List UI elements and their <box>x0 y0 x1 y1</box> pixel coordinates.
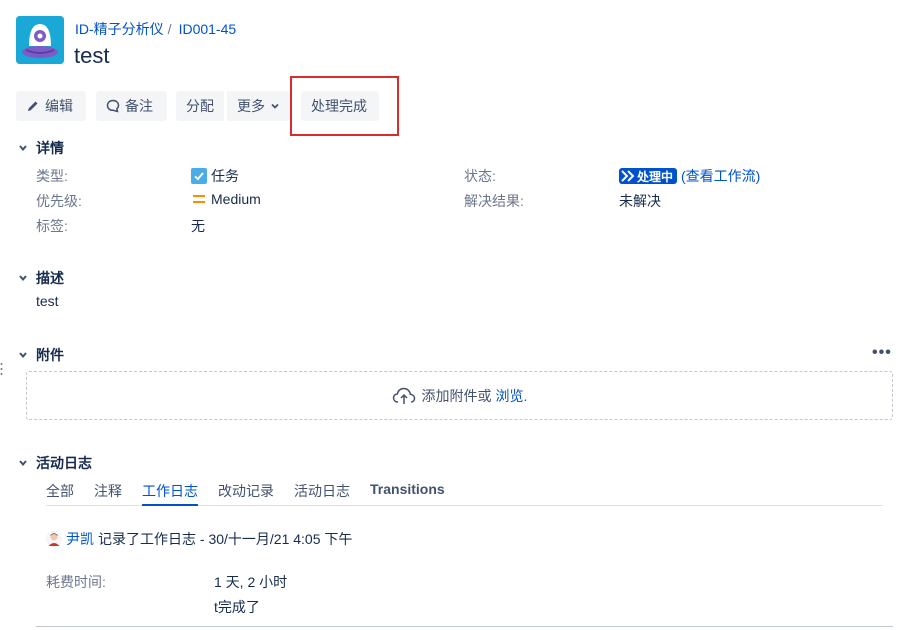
chevron-down-icon[interactable] <box>16 141 30 155</box>
attachments-more-button[interactable]: ••• <box>872 344 892 362</box>
alien-robot-avatar-icon <box>16 16 64 64</box>
tab-work-log[interactable]: 工作日志 <box>142 481 198 506</box>
assign-button-label: 分配 <box>186 98 214 114</box>
labels-value: 无 <box>191 218 205 234</box>
edit-button[interactable]: 编辑 <box>16 91 86 121</box>
type-value: 任务 <box>191 166 239 186</box>
attachments-section-header[interactable]: 附件 <box>16 345 64 365</box>
tab-all[interactable]: 全部 <box>46 481 74 501</box>
description-heading: 描述 <box>36 270 64 286</box>
highlight-annotation-box <box>290 76 399 136</box>
attachment-dropzone[interactable]: 添加附件或 浏览. <box>26 371 893 420</box>
edit-button-label: 编辑 <box>45 98 73 114</box>
time-spent-label: 耗费时间: <box>46 574 106 590</box>
worklog-action-text: 记录了工作日志 - 30/十一月/21 4:05 下午 <box>98 531 353 547</box>
more-dropdown-button[interactable]: 更多 <box>227 91 290 121</box>
divider <box>36 626 893 627</box>
assign-button[interactable]: 分配 <box>176 91 224 121</box>
chevron-down-icon <box>271 103 279 109</box>
activity-heading: 活动日志 <box>36 455 92 471</box>
project-avatar[interactable] <box>16 16 64 64</box>
status-value: 处理中 (查看工作流) <box>619 166 760 186</box>
priority-value: Medium <box>191 191 261 207</box>
dropzone-text: 添加附件或 <box>421 387 492 404</box>
status-label: 状态: <box>464 168 496 184</box>
browse-link[interactable]: 浏览. <box>496 386 528 406</box>
priority-value-text: Medium <box>211 191 261 207</box>
attachments-heading: 附件 <box>36 347 64 363</box>
activity-section-header[interactable]: 活动日志 <box>16 453 92 473</box>
breadcrumb-project-link[interactable]: ID-精子分析仪 <box>75 21 164 37</box>
tab-history[interactable]: 改动记录 <box>218 481 274 501</box>
comment-button[interactable]: 备注 <box>96 91 167 121</box>
view-workflow-link[interactable]: (查看工作流) <box>681 166 760 186</box>
comment-bubble-icon <box>106 99 120 113</box>
cloud-upload-icon <box>392 387 415 404</box>
drag-handle-icon[interactable] <box>0 362 3 376</box>
user-avatar-icon[interactable] <box>46 531 62 547</box>
time-spent-value: 1 天, 2 小时 <box>214 574 288 590</box>
breadcrumb-separator: / <box>167 21 172 37</box>
priority-label: 优先级: <box>36 193 82 209</box>
type-value-text: 任务 <box>211 168 239 184</box>
type-label: 类型: <box>36 168 68 184</box>
worklog-user-link[interactable]: 尹凯 <box>66 529 94 549</box>
details-heading: 详情 <box>36 140 64 156</box>
status-lozenge-text: 处理中 <box>637 169 674 184</box>
tab-transitions[interactable]: Transitions <box>370 481 445 497</box>
issue-title[interactable]: test <box>74 43 109 69</box>
task-checkbox-icon <box>191 168 207 184</box>
tab-activity[interactable]: 活动日志 <box>294 481 350 501</box>
status-lozenge[interactable]: 处理中 <box>619 168 678 184</box>
description-text[interactable]: test <box>36 293 59 309</box>
chevron-down-icon[interactable] <box>16 348 30 362</box>
breadcrumb-issue-link[interactable]: ID001-45 <box>179 21 237 37</box>
activity-tabs: 全部 注释 工作日志 改动记录 活动日志 Transitions <box>46 481 883 506</box>
chevron-down-icon[interactable] <box>16 271 30 285</box>
labels-label: 标签: <box>36 218 68 234</box>
worklog-entry-header: 尹凯 记录了工作日志 - 30/十一月/21 4:05 下午 <box>46 529 352 549</box>
more-button-label: 更多 <box>237 98 265 114</box>
breadcrumb: ID-精子分析仪 / ID001-45 <box>75 19 236 39</box>
details-section-header[interactable]: 详情 <box>16 138 64 158</box>
comment-button-label: 备注 <box>125 98 153 114</box>
tab-comments[interactable]: 注释 <box>94 481 122 501</box>
resolution-label: 解决结果: <box>464 193 524 209</box>
description-section-header[interactable]: 描述 <box>16 268 64 288</box>
resolution-value: 未解决 <box>619 193 661 209</box>
worklog-comment: t完成了 <box>214 599 260 615</box>
double-chevron-right-icon <box>621 170 635 182</box>
priority-medium-icon <box>193 195 205 203</box>
pencil-icon <box>28 101 38 111</box>
chevron-down-icon[interactable] <box>16 456 30 470</box>
